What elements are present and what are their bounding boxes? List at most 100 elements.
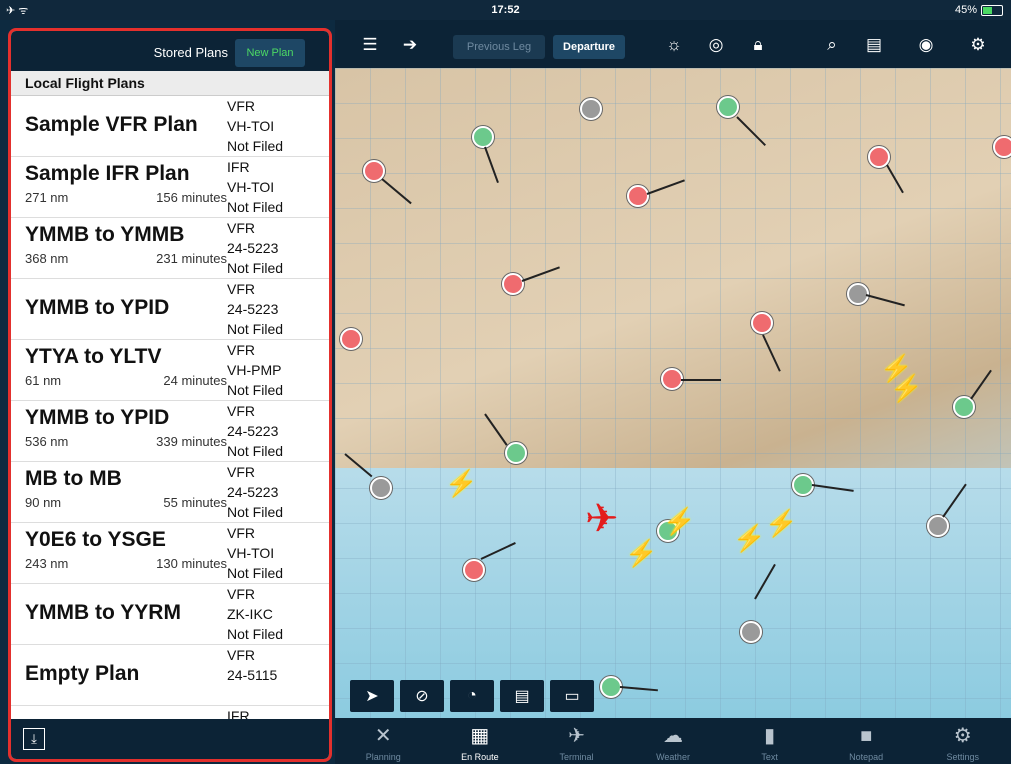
weather-station-marker[interactable] bbox=[751, 312, 773, 334]
section-header: Local Flight Plans bbox=[11, 71, 329, 96]
plan-info: IFR VH-TOI Not Filed bbox=[227, 157, 283, 217]
plan-duration: 24 minutes bbox=[163, 373, 227, 388]
plan-info: VFR VH-TOI Not Filed bbox=[227, 96, 283, 156]
plan-distance: 90 nm bbox=[25, 495, 62, 510]
planning-icon: ✕ bbox=[374, 725, 392, 747]
wind-barb bbox=[681, 379, 721, 381]
weather-station-marker[interactable] bbox=[661, 368, 683, 390]
search-icon[interactable]: ⌕ bbox=[819, 34, 845, 56]
plan-aircraft: VH-TOI bbox=[227, 118, 275, 134]
weather-station-marker[interactable] bbox=[792, 474, 814, 496]
location-arrow-icon[interactable]: ➤ bbox=[350, 680, 394, 712]
brightness-icon[interactable]: ☼ bbox=[661, 34, 687, 56]
plan-info: VFR 24-5223 Not Filed bbox=[227, 401, 283, 461]
plan-row[interactable]: YMMB to YYRM VFR ZK-IKC Not Filed bbox=[11, 584, 329, 645]
plan-flight-rules: VFR bbox=[227, 220, 255, 236]
instrument-panel-icon[interactable]: ▤ bbox=[500, 680, 544, 712]
lightning-icon: ⚡ bbox=[890, 373, 923, 403]
plan-aircraft: ZK-IKC bbox=[227, 606, 273, 622]
plan-name: YMMB to YYRM bbox=[25, 601, 181, 624]
weather-station-marker[interactable] bbox=[340, 328, 362, 350]
map-toolbar: ☰ ➔ Previous Leg Departure ☼ ◎ 🔒︎ ⌕ ▤ ◉ … bbox=[335, 20, 1011, 68]
weather-station-marker[interactable] bbox=[505, 442, 527, 464]
plan-row[interactable]: Empty Plan VFR 24-5115 bbox=[11, 645, 329, 706]
tab-label: Settings bbox=[946, 752, 980, 762]
gear-icon: ⚙ bbox=[953, 725, 972, 747]
plan-aircraft: 24-5223 bbox=[227, 423, 279, 439]
plan-row[interactable]: YMMB to YPID 536 nm 339 minutes VFR 24-5223 N… bbox=[11, 401, 329, 462]
plan-row[interactable]: Y0E6 to YSGE 243 nm 130 minutes VFR VH-TOI No… bbox=[11, 523, 329, 584]
tab-planning[interactable]: ✕ Planning bbox=[335, 718, 432, 764]
notepad-icon: ■ bbox=[860, 725, 873, 747]
status-bar: ✈ ᯤ 17:52 45% bbox=[0, 0, 1011, 20]
en-route-map[interactable]: ⚡ ⚡ ⚡ ⚡ ⚡ ⚡ ⚡ ✈ ➤ ⊘ ◔ ▤ ▭ bbox=[335, 68, 1011, 718]
tab-settings[interactable]: ⚙ Settings bbox=[914, 718, 1011, 764]
tab-label: Weather bbox=[656, 752, 690, 762]
tab-label: Text bbox=[761, 752, 778, 762]
weather-station-marker[interactable] bbox=[993, 136, 1011, 158]
lock-icon[interactable]: 🔒︎ bbox=[745, 34, 771, 56]
plan-row[interactable]: YTYA to YLTV 61 nm 24 minutes VFR VH-PMP Not … bbox=[11, 340, 329, 401]
book-icon: ▮ bbox=[764, 725, 776, 747]
previous-leg-button[interactable]: Previous Leg bbox=[453, 35, 545, 59]
airplane-icon: ✈ bbox=[568, 725, 585, 747]
panel-title: Stored Plans bbox=[153, 45, 228, 60]
plan-flight-rules: VFR bbox=[227, 342, 255, 358]
plan-duration: 339 minutes bbox=[156, 434, 227, 449]
cloud-icon: ☁ bbox=[663, 725, 684, 747]
panel-footer: ⤓ bbox=[11, 719, 329, 759]
plan-aircraft: VH-PMP bbox=[227, 362, 282, 378]
lifebuoy-icon[interactable]: ◎ bbox=[703, 34, 729, 56]
plan-filing-status: Not Filed bbox=[227, 504, 284, 520]
radar-icon[interactable]: ◉ bbox=[913, 34, 939, 56]
weather-station-marker[interactable] bbox=[600, 676, 622, 698]
list-icon[interactable]: ☰ bbox=[357, 34, 383, 56]
weather-station-marker[interactable] bbox=[463, 559, 485, 581]
plan-flight-rules: IFR bbox=[227, 159, 250, 175]
tab-label: En Route bbox=[461, 752, 499, 762]
departure-button[interactable]: Departure bbox=[553, 35, 625, 59]
plan-name: Empty Plan bbox=[25, 662, 140, 685]
tab-text[interactable]: ▮ Text bbox=[721, 718, 818, 764]
gears-icon[interactable]: ⚙ bbox=[965, 34, 991, 56]
plan-duration: 55 minutes bbox=[163, 495, 227, 510]
weather-station-marker[interactable] bbox=[627, 185, 649, 207]
tab-en-route[interactable]: ▦ En Route bbox=[432, 718, 529, 764]
tab-weather[interactable]: ☁ Weather bbox=[625, 718, 722, 764]
weather-station-marker[interactable] bbox=[927, 515, 949, 537]
lightning-icon: ⚡ bbox=[445, 468, 478, 498]
plan-row[interactable]: Sample IFR Plan 271 nm 156 minutes IFR VH-TO… bbox=[11, 157, 329, 218]
document-icon[interactable]: ▤ bbox=[861, 34, 887, 56]
plan-row[interactable]: Sample VFR Plan VFR VH-TOI Not Filed bbox=[11, 96, 329, 157]
tab-notepad[interactable]: ■ Notepad bbox=[818, 718, 915, 764]
weather-station-marker[interactable] bbox=[717, 96, 739, 118]
compass-icon[interactable]: ⊘ bbox=[400, 680, 444, 712]
weather-station-marker[interactable] bbox=[502, 273, 524, 295]
plan-name: MB to MB bbox=[25, 467, 122, 490]
plan-name: YMMB to YMMB bbox=[25, 223, 185, 246]
plan-info: VFR VH-TOI Not Filed bbox=[227, 523, 283, 583]
plan-filing-status: Not Filed bbox=[227, 443, 284, 459]
plan-flight-rules: VFR bbox=[227, 98, 255, 114]
plan-list[interactable]: Sample VFR Plan VFR VH-TOI Not Filed Sample … bbox=[11, 96, 329, 759]
weather-station-marker[interactable] bbox=[472, 126, 494, 148]
profile-view-icon[interactable]: ▭ bbox=[550, 680, 594, 712]
plan-distance: 271 nm bbox=[25, 190, 69, 205]
weather-station-marker[interactable] bbox=[370, 477, 392, 499]
plan-name: YTYA to YLTV bbox=[25, 345, 162, 368]
weather-station-marker[interactable] bbox=[580, 98, 602, 120]
plan-info: VFR 24-5223 Not Filed bbox=[227, 462, 283, 522]
plan-info: VFR 24-5223 Not Filed bbox=[227, 218, 283, 278]
new-plan-button[interactable]: New Plan bbox=[235, 39, 305, 67]
plan-flight-rules: VFR bbox=[227, 403, 255, 419]
plan-name: Y0E6 to YSGE bbox=[25, 528, 166, 551]
plan-row[interactable]: MB to MB 90 nm 55 minutes VFR 24-5223 Not Fil… bbox=[11, 462, 329, 523]
download-icon[interactable]: ⤓ bbox=[23, 728, 45, 750]
plan-row[interactable]: YMMB to YMMB 368 nm 231 minutes VFR 24-5223 N… bbox=[11, 218, 329, 279]
plan-row[interactable]: YMMB to YPID VFR 24-5223 Not Filed bbox=[11, 279, 329, 340]
plan-flight-rules: VFR bbox=[227, 464, 255, 480]
weather-station-marker[interactable] bbox=[740, 621, 762, 643]
tab-terminal[interactable]: ✈ Terminal bbox=[528, 718, 625, 764]
route-icon[interactable]: ➔ bbox=[397, 34, 423, 56]
gauge-icon[interactable]: ◔ bbox=[450, 680, 494, 712]
